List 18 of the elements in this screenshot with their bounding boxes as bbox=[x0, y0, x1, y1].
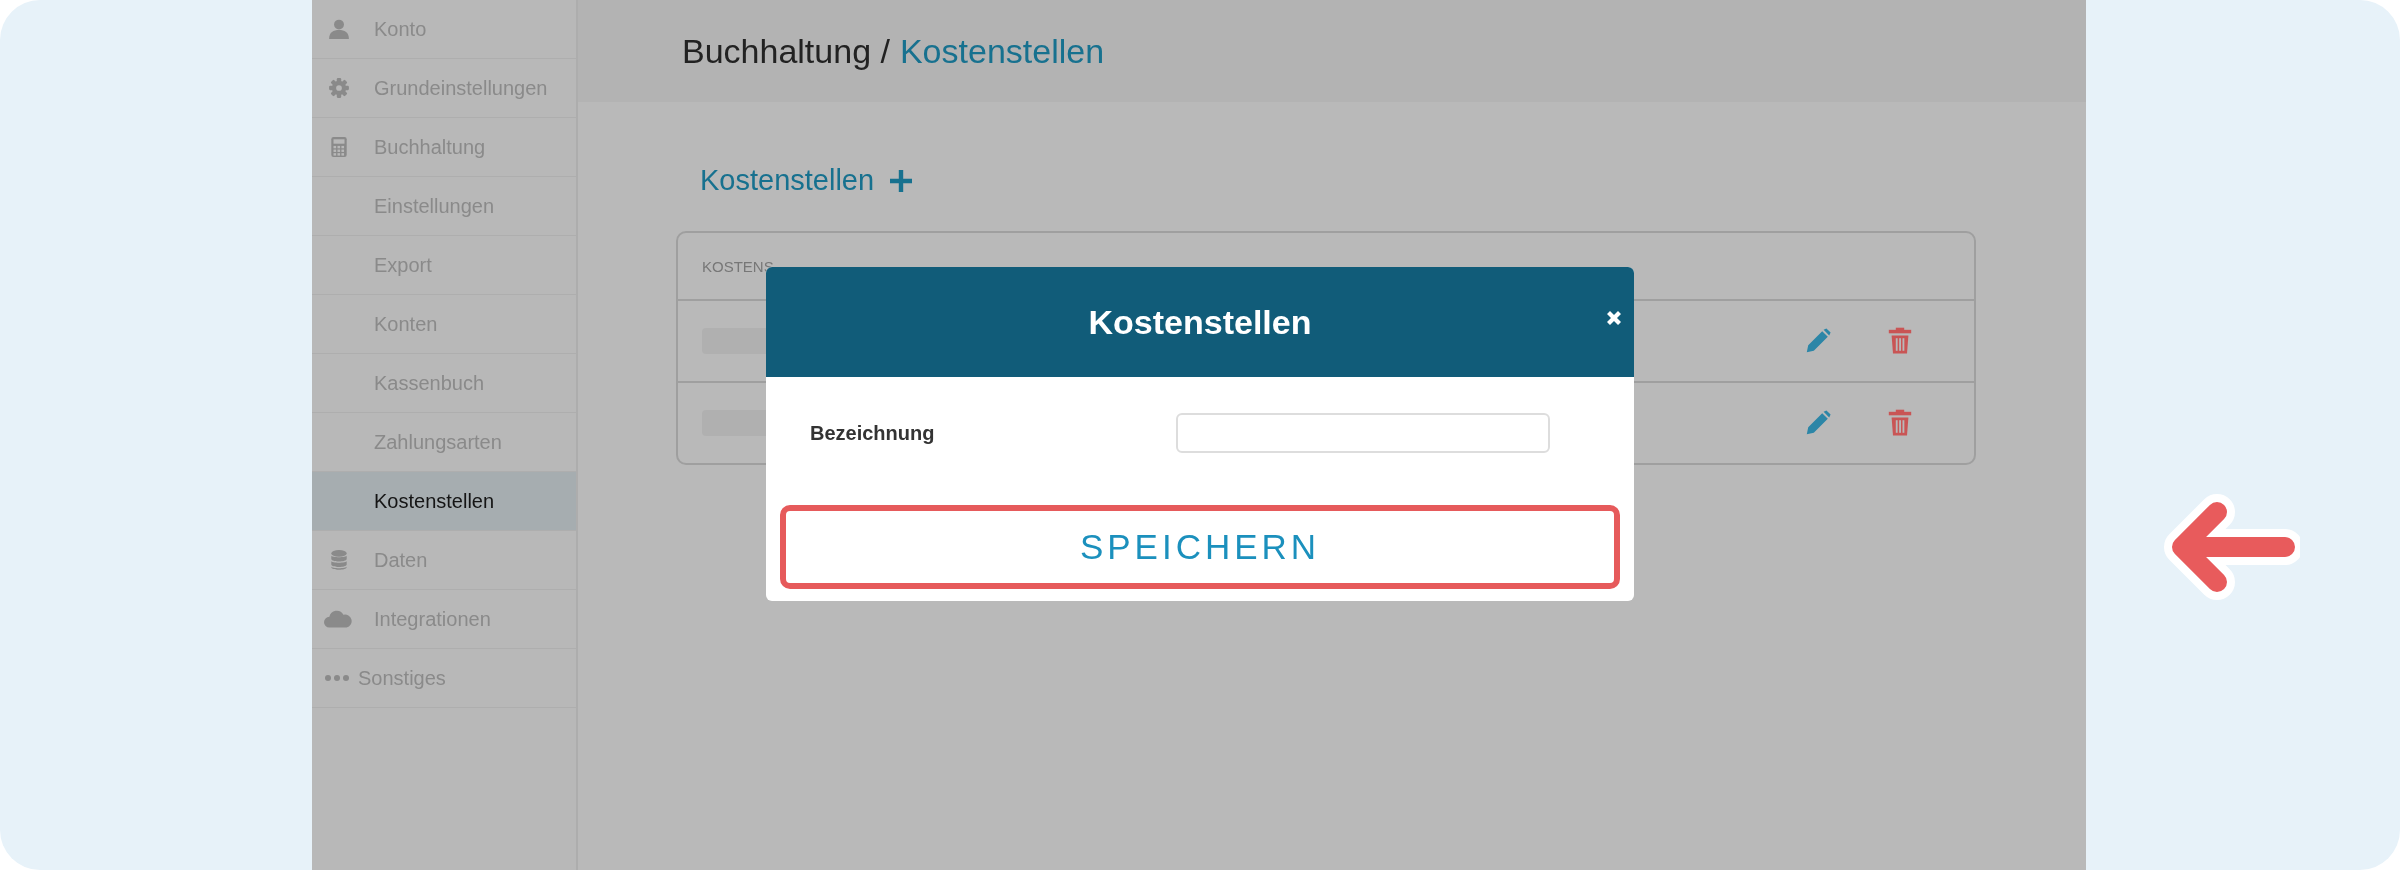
input-field[interactable] bbox=[1176, 413, 1550, 453]
cloud-icon bbox=[324, 609, 352, 629]
save-button[interactable]: SPEICHERN bbox=[780, 505, 1620, 589]
sidebar-item[interactable]: Kostenstellen bbox=[312, 472, 576, 531]
modal-title: Kostenstellen bbox=[1088, 302, 1312, 342]
breadcrumb-current: Kostenstellen bbox=[899, 31, 1105, 71]
settings-icon bbox=[328, 77, 350, 99]
calculator-icon bbox=[328, 136, 350, 158]
person-icon bbox=[328, 18, 350, 40]
more-icon bbox=[324, 674, 350, 682]
column-header: KOSTENS bbox=[702, 257, 774, 275]
add-icon[interactable] bbox=[890, 169, 913, 192]
field-label: Bezeichnung bbox=[810, 421, 936, 445]
breadcrumb-link[interactable]: Buchhaltung / bbox=[682, 31, 890, 71]
section-title: Kostenstellen bbox=[700, 164, 875, 197]
trash-icon[interactable] bbox=[1886, 326, 1914, 356]
database-icon bbox=[328, 549, 350, 571]
trash-icon[interactable] bbox=[1886, 408, 1914, 438]
